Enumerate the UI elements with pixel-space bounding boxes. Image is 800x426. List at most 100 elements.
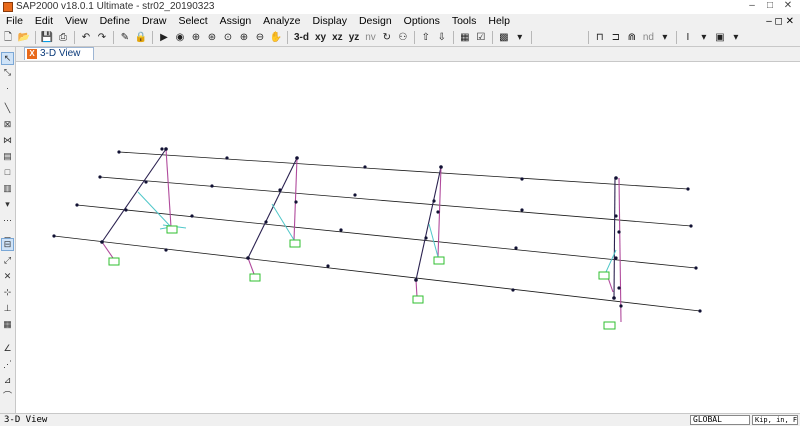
joint[interactable] [144, 180, 148, 184]
move-down-icon[interactable]: ⇩ [435, 31, 449, 45]
joint[interactable] [698, 309, 702, 313]
move-up-icon[interactable]: ⇧ [419, 31, 433, 45]
menu-options[interactable]: Options [398, 14, 446, 29]
redo-icon[interactable]: ↷ [95, 31, 109, 45]
joint[interactable] [617, 286, 621, 290]
run-analysis-icon[interactable]: ▶ [157, 31, 171, 45]
dropdown-arrow-icon[interactable]: ▾ [697, 31, 711, 45]
joint[interactable] [160, 147, 164, 151]
joint[interactable] [612, 296, 616, 300]
print-icon[interactable]: ⎙ [56, 31, 70, 45]
more-tools-icon[interactable]: ▾ [2, 199, 13, 210]
snap-perpendicular-icon[interactable]: ⊥ [2, 303, 13, 314]
step-icon[interactable]: ◉ [173, 31, 187, 45]
menu-file[interactable]: File [0, 14, 29, 29]
undo-icon[interactable]: ↶ [79, 31, 93, 45]
support-icon[interactable] [289, 239, 301, 248]
wave-icon[interactable]: ⋒ [625, 31, 639, 45]
lock-icon[interactable]: 🔒 [134, 31, 148, 45]
joint[interactable] [520, 177, 524, 181]
draw-frame-icon[interactable]: ╲ [2, 103, 13, 114]
menu-tools[interactable]: Tools [446, 14, 483, 29]
frame-section-icon[interactable]: ⊐ [609, 31, 623, 45]
support-icon[interactable] [603, 321, 616, 330]
snap-line-icon[interactable]: ∠ [2, 343, 13, 354]
joint[interactable] [278, 188, 282, 192]
view-xz-button[interactable]: xz [330, 31, 345, 45]
section-i-icon[interactable]: I [681, 31, 695, 45]
view-nv-button[interactable]: nv [363, 31, 378, 45]
joint[interactable] [52, 234, 56, 238]
maximize-icon[interactable]: □ [762, 0, 778, 12]
draw-area-icon[interactable]: ▤ [2, 151, 13, 162]
support-icon[interactable] [598, 271, 610, 280]
menu-define[interactable]: Define [94, 14, 136, 29]
new-model-icon[interactable]: 🗋 [1, 31, 15, 45]
select-icon[interactable]: ⊟ [1, 238, 14, 251]
frame-icon[interactable]: ⊓ [593, 31, 607, 45]
joint[interactable] [436, 210, 440, 214]
support-icon[interactable] [108, 257, 120, 266]
snap-intersection-icon[interactable]: ✕ [2, 271, 13, 282]
zoom-out-icon[interactable]: ⊖ [253, 31, 267, 45]
support-icon[interactable] [249, 273, 261, 282]
draw-joint-icon[interactable]: · [2, 83, 13, 94]
rotate-icon[interactable]: ↻ [380, 31, 394, 45]
display-options-icon[interactable]: ▩ [497, 31, 511, 45]
model-canvas[interactable] [16, 62, 800, 414]
model-viewport[interactable] [16, 61, 800, 414]
quick-draw-icon[interactable]: ⊠ [2, 119, 13, 130]
menu-analyze[interactable]: Analyze [257, 14, 306, 29]
joint[interactable] [686, 187, 690, 191]
joint[interactable] [75, 203, 79, 207]
dropdown-arrow-icon[interactable]: ▾ [513, 31, 527, 45]
joint[interactable] [326, 264, 330, 268]
menu-draw[interactable]: Draw [136, 14, 173, 29]
draw-solid-icon[interactable]: ▥ [2, 183, 13, 194]
joint[interactable] [164, 248, 168, 252]
check-icon[interactable]: ☑ [474, 31, 488, 45]
view-yz-button[interactable]: yz [347, 31, 362, 45]
pointer-icon[interactable]: ↖ [1, 52, 14, 65]
menu-help[interactable]: Help [482, 14, 516, 29]
zoom-window-icon[interactable]: ⊕ [189, 31, 203, 45]
minimize-icon[interactable]: – [744, 0, 760, 12]
joint[interactable] [614, 176, 618, 180]
view-3d-button[interactable]: 3-d [292, 31, 311, 45]
menu-design[interactable]: Design [353, 14, 398, 29]
joint[interactable] [363, 165, 367, 169]
joint[interactable] [353, 193, 357, 197]
dropdown-arrow-icon[interactable]: ▾ [729, 31, 743, 45]
zoom-all-icon[interactable]: ⊙ [221, 31, 235, 45]
joint[interactable] [339, 228, 343, 232]
view-xy-button[interactable]: xy [313, 31, 328, 45]
save-icon[interactable]: 💾 [40, 31, 54, 45]
zoom-restore-icon[interactable]: ⊛ [205, 31, 219, 45]
joint[interactable] [511, 288, 515, 292]
zoom-in-icon[interactable]: ⊕ [237, 31, 251, 45]
snap-midpoint-icon[interactable]: ⊹ [2, 287, 13, 298]
joint[interactable] [100, 240, 104, 244]
close-icon[interactable]: ✕ [780, 0, 796, 12]
joint[interactable] [294, 200, 298, 204]
joint[interactable] [514, 246, 518, 250]
dropdown-arrow-icon[interactable]: ▾ [658, 31, 672, 45]
menu-edit[interactable]: Edit [29, 14, 59, 29]
snap-grid-icon[interactable]: ▦ [2, 319, 13, 330]
joint[interactable] [225, 156, 229, 160]
snap-end-icon[interactable]: ⋰ [2, 359, 13, 370]
joint[interactable] [694, 266, 698, 270]
joint[interactable] [439, 165, 443, 169]
joint[interactable] [117, 150, 121, 154]
snap-arc-icon[interactable]: ⌒ [2, 391, 13, 402]
joint[interactable] [614, 256, 618, 260]
snap-icon[interactable]: ⤢ [2, 255, 13, 266]
joint[interactable] [98, 175, 102, 179]
nd-button[interactable]: nd [641, 31, 656, 45]
joint[interactable] [164, 147, 168, 151]
reshape-icon[interactable]: ⤡ [2, 67, 13, 78]
support-icon[interactable] [412, 295, 424, 304]
support-icon[interactable] [166, 225, 178, 234]
joint[interactable] [264, 220, 268, 224]
grid-icon[interactable]: ▦ [458, 31, 472, 45]
